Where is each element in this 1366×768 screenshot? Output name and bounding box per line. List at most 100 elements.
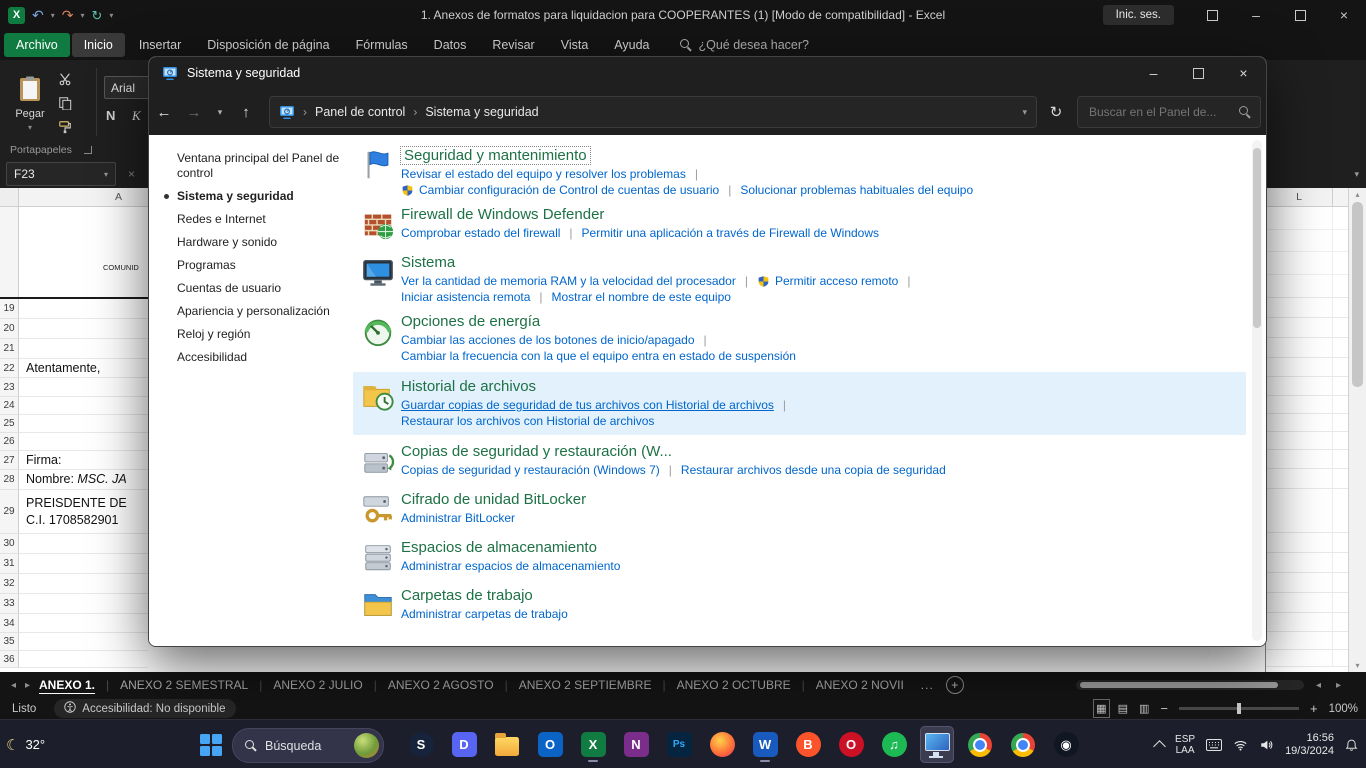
cell-a21[interactable] — [19, 339, 148, 359]
sheet-tab-anexo-2-octubre[interactable]: ANEXO 2 OCTUBRE — [666, 672, 802, 698]
forward-button[interactable]: → — [179, 104, 209, 121]
control-panel-search-box[interactable] — [1077, 96, 1261, 128]
cell-a23[interactable] — [19, 378, 148, 397]
task-link-iniciar-asistencia-remota[interactable]: Iniciar asistencia remota — [401, 289, 530, 305]
column-header-m[interactable] — [1333, 188, 1349, 206]
row-header-27[interactable]: 27 — [0, 451, 19, 470]
row-header-33[interactable]: 33 — [0, 594, 19, 614]
hscroll-right-icon[interactable]: ▸ — [1336, 680, 1341, 691]
row-header-28[interactable]: 28 — [0, 470, 19, 490]
sign-in-button[interactable]: Inic. ses. — [1103, 5, 1174, 25]
task-link-cambiar-la-frecuencia-con-la-que-el-equipo[interactable]: Cambiar la frecuencia con la que el equi… — [401, 348, 796, 364]
row-header-34[interactable]: 34 — [0, 614, 19, 633]
hidden-icons-chevron[interactable] — [1153, 740, 1166, 753]
name-box-dropdown-icon[interactable]: ▾ — [104, 170, 108, 179]
refresh-icon[interactable]: ↻ — [1037, 103, 1075, 121]
taskbar-search[interactable]: Búsqueda — [232, 728, 384, 763]
category-title-link[interactable]: Opciones de energía — [401, 313, 1238, 330]
row-header-24[interactable]: 24 — [0, 397, 19, 415]
normal-view-button[interactable]: ▦ — [1096, 702, 1106, 715]
row-header-35[interactable]: 35 — [0, 633, 19, 651]
row-header-30[interactable]: 30 — [0, 534, 19, 554]
task-link-administrar-carpetas-de-trabajo[interactable]: Administrar carpetas de trabajo — [401, 606, 568, 622]
category-title-link[interactable]: Historial de archivos — [401, 378, 1238, 395]
word-icon[interactable]: W — [748, 726, 782, 763]
ribbon-tab-vista[interactable]: Vista — [549, 33, 601, 57]
ribbon-tab-ayuda[interactable]: Ayuda — [602, 33, 661, 57]
firefox-icon[interactable] — [705, 726, 739, 763]
sheet-overflow-indicator[interactable]: ... — [921, 678, 934, 692]
category-title-link[interactable]: Firewall de Windows Defender — [401, 206, 1238, 223]
cell-a24[interactable] — [19, 397, 148, 415]
row-header-25[interactable]: 25 — [0, 415, 19, 433]
cell-a33[interactable] — [19, 594, 148, 614]
format-painter-icon[interactable] — [58, 120, 72, 134]
merged-title-cell[interactable]: COMUNID — [0, 207, 148, 299]
row-header-22[interactable]: 22 — [0, 359, 19, 378]
page-layout-view-button[interactable]: ▤ — [1118, 702, 1128, 715]
task-link-copias-de-seguridad-y-restauración-windows[interactable]: Copias de seguridad y restauración (Wind… — [401, 462, 660, 478]
cell-a20[interactable] — [19, 319, 148, 339]
backup-icon[interactable] — [361, 443, 401, 483]
row-header-21[interactable]: 21 — [0, 339, 19, 359]
cell-a35[interactable] — [19, 633, 148, 651]
copy-icon[interactable] — [58, 96, 72, 110]
outlook-icon[interactable]: O — [533, 726, 567, 763]
formula-bar-collapse-icon[interactable]: ▾ — [1354, 169, 1359, 180]
sidebar-item-apariencia-y-personalización[interactable]: Apariencia y personalización — [177, 304, 347, 319]
control-panel-taskbar-icon[interactable] — [920, 726, 954, 763]
excel-app-icon[interactable]: X — [8, 7, 25, 24]
cut-icon[interactable] — [58, 72, 72, 86]
sheet-tab-anexo-2-agosto[interactable]: ANEXO 2 AGOSTO — [377, 672, 505, 698]
task-link-revisar-el-estado-del-equipo-y-resolver-lo[interactable]: Revisar el estado del equipo y resolver … — [401, 166, 686, 182]
sheet-tab-anexo-1[interactable]: ANEXO 1. — [28, 672, 106, 698]
redo-icon[interactable]: ↷ — [62, 8, 74, 22]
search-input[interactable] — [1087, 104, 1239, 120]
control-panel-titlebar[interactable]: Sistema y seguridad – × — [149, 57, 1266, 89]
ribbon-tab-datos[interactable]: Datos — [422, 33, 479, 57]
task-link-administrar-espacios-de-almacenamiento[interactable]: Administrar espacios de almacenamiento — [401, 558, 620, 574]
cell-a36[interactable] — [19, 651, 148, 668]
scroll-up-icon[interactable]: ▴ — [1349, 190, 1366, 199]
task-link-guardar-copias-de-seguridad-de-tus-archivo[interactable]: Guardar copias de seguridad de tus archi… — [401, 397, 774, 413]
up-button[interactable]: ↑ — [231, 104, 261, 121]
file-explorer-icon[interactable] — [490, 726, 524, 763]
cell-a27[interactable]: Firma: — [19, 451, 148, 470]
task-link-ver-la-cantidad-de-memoria-ram-y-la-veloci[interactable]: Ver la cantidad de memoria RAM y la velo… — [401, 273, 736, 289]
cell-a31[interactable] — [19, 554, 148, 574]
select-all-corner[interactable] — [0, 188, 19, 206]
cell-a28[interactable]: Nombre: MSC. JA — [19, 470, 148, 490]
row-header-36[interactable]: 36 — [0, 651, 19, 668]
sidebar-item-ventana-principal-del-panel-de-control[interactable]: Ventana principal del Panel de control — [177, 151, 347, 181]
bold-button[interactable]: N — [106, 108, 115, 123]
work-folders-icon[interactable] — [361, 587, 401, 627]
undo-dropdown-icon[interactable]: ▾ — [51, 11, 55, 20]
photoshop-icon[interactable]: Ps — [662, 726, 696, 763]
row-header-32[interactable]: 32 — [0, 574, 19, 594]
category-title-link[interactable]: Seguridad y mantenimiento — [401, 147, 590, 164]
weather-widget[interactable]: ☾ 32° — [6, 720, 45, 768]
cell-a30[interactable] — [19, 534, 148, 554]
task-link-mostrar-el-nombre-de-este-equipo[interactable]: Mostrar el nombre de este equipo — [552, 289, 731, 305]
language-indicator[interactable]: ESP LAA — [1175, 734, 1195, 756]
excel-icon[interactable]: X — [576, 726, 610, 763]
address-bar[interactable]: › Panel de control › Sistema y seguridad… — [269, 96, 1037, 128]
notification-bell-icon[interactable] — [1345, 738, 1358, 752]
cancel-entry-icon[interactable]: × — [128, 167, 135, 181]
ribbon-tab-fórmulas[interactable]: Fórmulas — [344, 33, 420, 57]
zoom-slider[interactable] — [1179, 707, 1299, 710]
network-icon[interactable] — [1233, 738, 1248, 752]
discord-icon[interactable]: D — [447, 726, 481, 763]
flag-icon[interactable] — [361, 147, 401, 198]
category-title-link[interactable]: Cifrado de unidad BitLocker — [401, 491, 1238, 508]
onenote-icon[interactable]: N — [619, 726, 653, 763]
sheet-nav-right-icon[interactable]: ▸ — [25, 680, 30, 691]
accessibility-checker[interactable]: Accesibilidad: No disponible — [54, 699, 235, 718]
bitlocker-icon[interactable] — [361, 491, 401, 531]
sheet-nav-left-icon[interactable]: ◂ — [11, 680, 16, 691]
redo-dropdown-icon[interactable]: ▾ — [80, 11, 84, 20]
row-header-23[interactable]: 23 — [0, 378, 19, 397]
ribbon-tab-inicio[interactable]: Inicio — [72, 33, 125, 57]
firewall-icon[interactable] — [361, 206, 401, 246]
maximize-button[interactable] — [1176, 57, 1221, 89]
